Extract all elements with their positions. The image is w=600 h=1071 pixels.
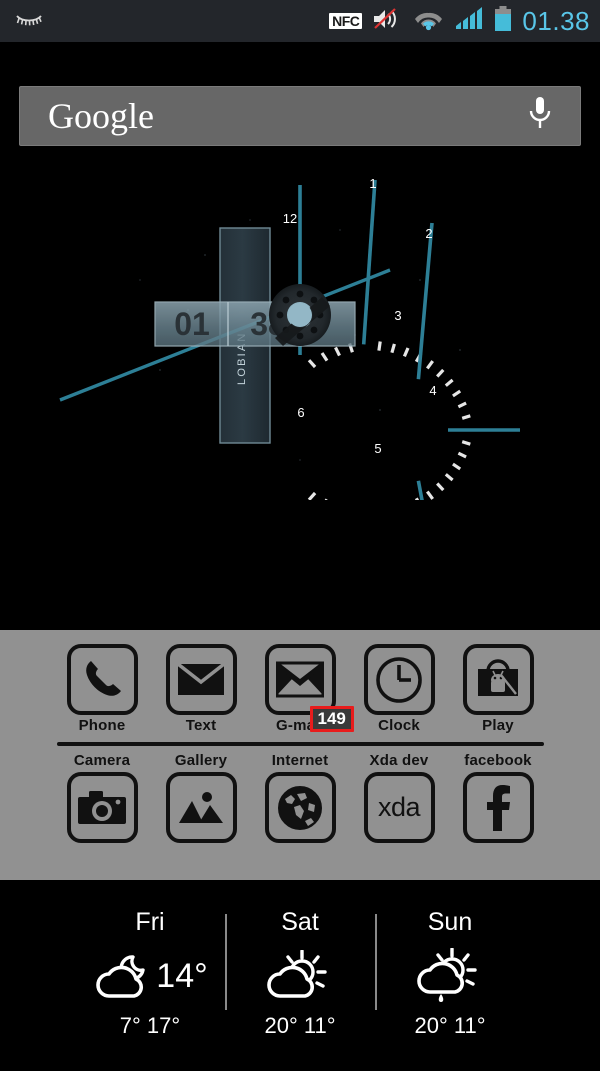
- gallery-tile[interactable]: [165, 772, 237, 843]
- battery-icon: [493, 5, 513, 38]
- nfc-icon: NFC: [329, 13, 363, 29]
- weather-day-sun[interactable]: Sun 20° 11°: [375, 908, 525, 1039]
- lobian-clock-widget[interactable]: LOBIAN 12 1 2 3 4 5 6 01 38: [0, 160, 600, 645]
- dock-item-gallery[interactable]: Gallery: [159, 752, 244, 843]
- dock-label-gallery: Gallery: [174, 752, 228, 769]
- moon-cloud-icon: [96, 955, 145, 998]
- envelope-icon: [177, 662, 225, 695]
- google-logo: Google: [48, 96, 154, 136]
- play-store-bag-icon: [478, 658, 518, 696]
- smart-stay-eye-icon: [14, 9, 44, 34]
- dock-item-play[interactable]: Play: [456, 644, 541, 734]
- facebook-tile[interactable]: [462, 772, 534, 843]
- phone-tile[interactable]: [66, 644, 138, 715]
- signal-icon: [454, 6, 484, 37]
- weather-day-sat[interactable]: Sat 20° 11°: [225, 908, 375, 1039]
- gmail-icon: [276, 661, 324, 697]
- svg-text:6: 6: [297, 405, 304, 420]
- phone-icon: [86, 660, 121, 696]
- dock-label-facebook: facebook: [464, 752, 532, 769]
- gmail-unread-badge: 149: [309, 706, 354, 732]
- dock-row-secondary: Camera Gallery Internet Xda dev xda face…: [0, 746, 600, 843]
- volume-mute-icon: [371, 6, 403, 37]
- svg-text:5: 5: [374, 441, 381, 456]
- dock-row-primary: Phone Text G-mail 149 Clock Play: [0, 630, 600, 734]
- dock-item-clock[interactable]: Clock: [357, 644, 442, 734]
- clock-tile[interactable]: [363, 644, 435, 715]
- weather-day-fri[interactable]: Fri 14° 7° 17°: [75, 908, 225, 1039]
- weather-day-label: Sat: [281, 908, 319, 936]
- weather-separator: [375, 914, 377, 1010]
- weather-day-label: Sun: [427, 908, 473, 936]
- clock-icon: [376, 656, 422, 703]
- dock-label-clock: Clock: [378, 717, 420, 734]
- gmail-tile[interactable]: [264, 644, 336, 715]
- gallery-mountain-icon: [179, 791, 223, 823]
- dock-item-phone[interactable]: Phone: [60, 644, 145, 734]
- wifi-icon: [412, 6, 445, 37]
- svg-text:2: 2: [425, 226, 432, 241]
- dock-item-xda[interactable]: Xda dev xda: [357, 752, 442, 843]
- dock-item-text[interactable]: Text: [159, 644, 244, 734]
- text-tile[interactable]: [165, 644, 237, 715]
- dock-label-camera: Camera: [73, 752, 131, 769]
- camera-tile[interactable]: [66, 772, 138, 843]
- clock-widget-face: LOBIAN 12 1 2 3 4 5 6 01 38: [59, 176, 520, 645]
- dock-item-gmail[interactable]: G-mail 149: [258, 644, 354, 734]
- xda-text-icon: xda: [377, 792, 421, 822]
- facebook-f-icon: [487, 784, 510, 831]
- svg-text:3: 3: [394, 308, 401, 323]
- camera-icon: [78, 790, 126, 824]
- dock-label-phone: Phone: [78, 717, 126, 734]
- weather-widget[interactable]: Fri 14° 7° 17° Sat 20° 11° Sun 20° 11°: [0, 880, 600, 1071]
- svg-text:4: 4: [429, 383, 436, 398]
- microphone-icon[interactable]: [526, 95, 554, 138]
- internet-tile[interactable]: [264, 772, 336, 843]
- play-tile[interactable]: [462, 644, 534, 715]
- digital-hours: 01: [174, 306, 210, 342]
- dock-label-play: Play: [482, 717, 514, 734]
- weather-icon-temp-row: 14°: [92, 945, 208, 1007]
- status-bar[interactable]: NFC 01.38: [0, 0, 600, 42]
- dock-item-camera[interactable]: Camera: [60, 752, 145, 843]
- weather-lohi: 20° 11°: [414, 1013, 486, 1038]
- google-search-bar[interactable]: Google: [19, 86, 581, 146]
- dock-label-internet: Internet: [271, 752, 329, 769]
- dock-label-xda: Xda dev: [369, 752, 429, 769]
- app-dock: Phone Text G-mail 149 Clock Play Camera …: [0, 630, 600, 880]
- dock-label-text: Text: [185, 717, 217, 734]
- status-bar-left: [14, 9, 44, 34]
- dock-item-facebook[interactable]: facebook: [456, 752, 541, 843]
- weather-lohi: 7° 17°: [119, 1013, 181, 1038]
- weather-day-label: Fri: [135, 908, 165, 936]
- sun-cloud-icon: [267, 950, 327, 998]
- dock-item-internet[interactable]: Internet: [258, 752, 343, 843]
- status-bar-clock: 01.38: [522, 5, 590, 36]
- weather-lohi: 20° 11°: [264, 1013, 336, 1038]
- weather-temp: 14°: [156, 956, 208, 995]
- weather-separator: [225, 914, 227, 1010]
- globe-icon: [278, 785, 322, 830]
- svg-text:12: 12: [283, 211, 297, 226]
- weather-icon-temp-row: [266, 945, 334, 1007]
- svg-text:1: 1: [369, 176, 376, 191]
- status-bar-right: NFC 01.38: [329, 5, 590, 38]
- weather-icon-temp-row: [416, 945, 484, 1007]
- sun-cloud-rain-icon: [417, 948, 477, 1002]
- xda-tile[interactable]: xda: [363, 772, 435, 843]
